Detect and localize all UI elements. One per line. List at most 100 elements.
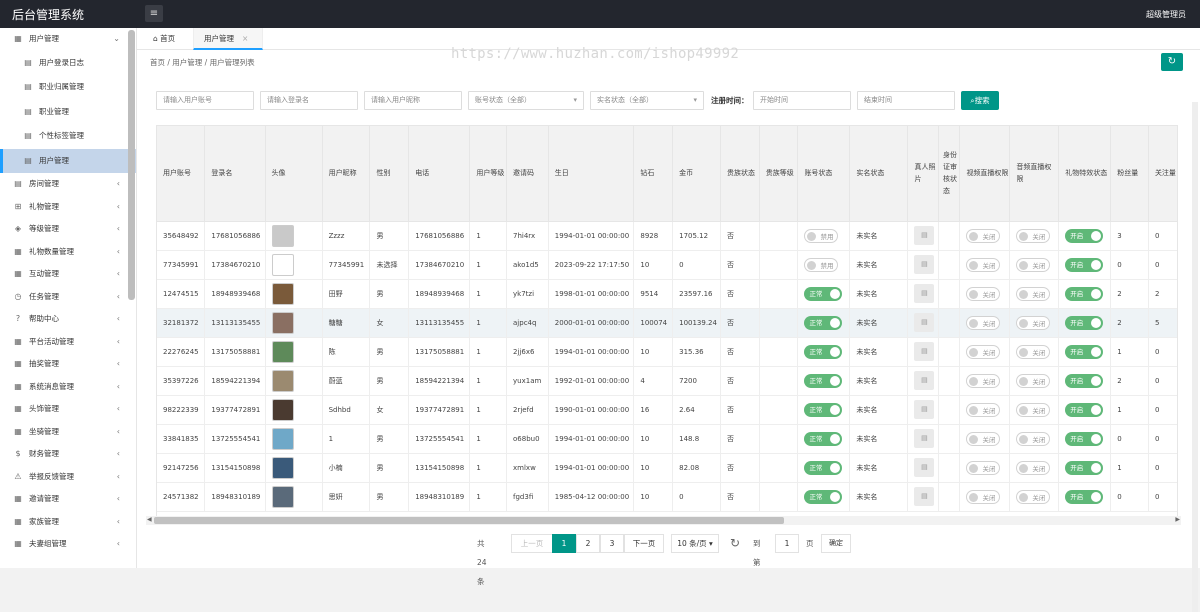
video-toggle[interactable]: 关闭 bbox=[966, 431, 1001, 446]
gift-toggle[interactable]: 开启 bbox=[1065, 257, 1104, 272]
id-card-icon[interactable]: ▤ bbox=[914, 313, 935, 332]
table-row[interactable]: 35648492 17681056886 Zzzz 男 17681056886 1 7hi4… bbox=[157, 221, 1177, 251]
id-card-icon[interactable]: ▤ bbox=[914, 284, 935, 303]
vertical-scrollbar[interactable] bbox=[1192, 102, 1198, 612]
gift-toggle[interactable]: 开启 bbox=[1065, 402, 1104, 417]
status-toggle[interactable]: 禁用 bbox=[804, 228, 839, 243]
next-page-button[interactable]: 下一页 bbox=[624, 534, 664, 553]
status-toggle[interactable]: 禁用 bbox=[804, 257, 839, 272]
gift-toggle[interactable]: 开启 bbox=[1065, 315, 1104, 330]
table-row[interactable]: 77345991 17384670210 77345991 未选择 1738467021… bbox=[157, 250, 1177, 280]
audio-toggle[interactable]: 关闭 bbox=[1016, 344, 1051, 359]
per-page-select[interactable]: 10 条/页 ▾ bbox=[671, 534, 719, 553]
page-2-button[interactable]: 2 bbox=[576, 534, 600, 553]
audio-toggle[interactable]: 关闭 bbox=[1016, 373, 1051, 388]
sidebar-item[interactable]: ▦ 用户管理 ⌄ bbox=[0, 28, 136, 51]
video-toggle[interactable]: 关闭 bbox=[966, 489, 1001, 504]
search-button[interactable]: ⌕搜索 bbox=[961, 91, 999, 110]
video-toggle[interactable]: 关闭 bbox=[966, 228, 1001, 243]
id-card-icon[interactable]: ▤ bbox=[914, 226, 935, 245]
audio-toggle[interactable]: 关闭 bbox=[1016, 431, 1051, 446]
scrollbar-thumb[interactable] bbox=[154, 517, 784, 524]
scroll-left-icon[interactable]: ◀ bbox=[147, 516, 152, 523]
realname-status-select[interactable]: 实名状态（全部） ▾ bbox=[590, 91, 704, 110]
sidebar-item[interactable]: ▦ 系统消息管理 ‹ bbox=[0, 376, 136, 399]
gift-toggle[interactable]: 开启 bbox=[1065, 373, 1104, 388]
sidebar-item[interactable]: ▤ 用户登录日志 bbox=[0, 51, 136, 76]
status-toggle[interactable]: 正常 bbox=[804, 431, 843, 446]
admin-menu[interactable]: 超级管理员 bbox=[1146, 9, 1186, 20]
sidebar-item[interactable]: ▤ 职业归属管理 bbox=[0, 75, 136, 100]
audio-toggle[interactable]: 关闭 bbox=[1016, 489, 1051, 504]
audio-toggle[interactable]: 关闭 bbox=[1016, 228, 1051, 243]
audio-toggle[interactable]: 关闭 bbox=[1016, 315, 1051, 330]
gift-toggle[interactable]: 开启 bbox=[1065, 460, 1104, 475]
table-row[interactable]: 12474515 18948939468 田野男 18948939468 1 yk7tzi… bbox=[157, 279, 1177, 309]
nickname-input[interactable]: 请输入用户昵称 bbox=[364, 91, 462, 110]
close-icon[interactable]: × bbox=[242, 34, 248, 43]
id-card-icon[interactable]: ▤ bbox=[914, 255, 935, 274]
video-toggle[interactable]: 关闭 bbox=[966, 373, 1001, 388]
sidebar-item[interactable]: $ 财务管理 ‹ bbox=[0, 443, 136, 466]
sidebar-item[interactable]: ▤ 用户管理 bbox=[0, 148, 136, 173]
table-row[interactable]: 33841835 13725554541 1 男 13725554541 1 o68bu0 1… bbox=[157, 424, 1177, 454]
id-card-icon[interactable]: ▤ bbox=[914, 458, 935, 477]
status-toggle[interactable]: 正常 bbox=[804, 489, 843, 504]
table-row[interactable]: 98222339 19377472891 Sdhbd 女 19377472891 1 2rj… bbox=[157, 395, 1177, 425]
sidebar-item[interactable]: ▤ 房间管理 ‹ bbox=[0, 173, 136, 196]
video-toggle[interactable]: 关闭 bbox=[966, 286, 1001, 301]
gift-toggle[interactable]: 开启 bbox=[1065, 431, 1104, 446]
id-card-icon[interactable]: ▤ bbox=[914, 400, 935, 419]
sidebar-item[interactable]: ▤ 职业管理 bbox=[0, 100, 136, 125]
table-row[interactable]: 32181372 13113135455 糖糖女 13113135455 1 ajpc4q… bbox=[157, 308, 1177, 338]
table-row[interactable]: 22276245 13175058881 陈男 13175058881 1 2jj6x6 1… bbox=[157, 337, 1177, 367]
video-toggle[interactable]: 关闭 bbox=[966, 257, 1001, 272]
gift-toggle[interactable]: 开启 bbox=[1065, 344, 1104, 359]
status-toggle[interactable]: 正常 bbox=[804, 315, 843, 330]
sidebar-item[interactable]: ▤ 个性标签管理 bbox=[0, 124, 136, 149]
status-toggle[interactable]: 正常 bbox=[804, 286, 843, 301]
sidebar-item[interactable]: ▦ 礼物数量管理 ‹ bbox=[0, 241, 136, 264]
sidebar-item[interactable]: ▦ 家族管理 ‹ bbox=[0, 511, 136, 534]
video-toggle[interactable]: 关闭 bbox=[966, 315, 1001, 330]
gift-toggle[interactable]: 开启 bbox=[1065, 286, 1104, 301]
sidebar-item[interactable]: ◷ 任务管理 ‹ bbox=[0, 286, 136, 309]
sidebar-item[interactable]: ▦ 平台活动管理 ‹ bbox=[0, 331, 136, 354]
gift-toggle[interactable]: 开启 bbox=[1065, 228, 1104, 243]
table-row[interactable]: 24571382 18948310189 思妍男 18948310189 1 fgd3fi… bbox=[157, 482, 1177, 512]
sidebar-item[interactable]: ▦ 夫妻组管理 ‹ bbox=[0, 533, 136, 556]
sidebar-item[interactable]: ▦ 抽奖管理 ‹ bbox=[0, 353, 136, 376]
tab-user-management[interactable]: 用户管理 × bbox=[193, 28, 263, 50]
goto-page-input[interactable]: 1 bbox=[775, 534, 799, 553]
confirm-button[interactable]: 确定 bbox=[821, 534, 851, 553]
horizontal-scrollbar[interactable]: ◀ ▶ bbox=[146, 516, 1181, 525]
sidebar-item[interactable]: ▦ 邀请管理 ‹ bbox=[0, 488, 136, 511]
sidebar-item[interactable]: ? 帮助中心 ‹ bbox=[0, 308, 136, 331]
sidebar-scrollbar[interactable] bbox=[128, 30, 135, 300]
video-toggle[interactable]: 关闭 bbox=[966, 402, 1001, 417]
scroll-right-icon[interactable]: ▶ bbox=[1175, 516, 1180, 523]
sidebar-item[interactable]: ⚠ 举报反馈管理 ‹ bbox=[0, 466, 136, 489]
sidebar-item[interactable]: ▦ 头饰管理 ‹ bbox=[0, 398, 136, 421]
id-card-icon[interactable]: ▤ bbox=[914, 371, 935, 390]
audio-toggle[interactable]: 关闭 bbox=[1016, 286, 1051, 301]
sidebar-item[interactable]: ◈ 等级管理 ‹ bbox=[0, 218, 136, 241]
tab-home[interactable]: ⌂ 首页 bbox=[143, 28, 185, 50]
video-toggle[interactable]: 关闭 bbox=[966, 460, 1001, 475]
refresh-button[interactable]: ↻ bbox=[1161, 53, 1183, 71]
refresh-icon[interactable]: ↻ bbox=[730, 534, 740, 553]
id-card-icon[interactable]: ▤ bbox=[914, 487, 935, 506]
page-1-button[interactable]: 1 bbox=[552, 534, 576, 553]
account-status-select[interactable]: 账号状态（全部） ▾ bbox=[468, 91, 584, 110]
audio-toggle[interactable]: 关闭 bbox=[1016, 460, 1051, 475]
sidebar-item[interactable]: ▦ 坐骑管理 ‹ bbox=[0, 421, 136, 444]
table-row[interactable]: 35397226 18594221394 蔚蓝男 18594221394 1 yux1am… bbox=[157, 366, 1177, 396]
status-toggle[interactable]: 正常 bbox=[804, 373, 843, 388]
menu-toggle-button[interactable]: ≡ bbox=[145, 5, 163, 22]
status-toggle[interactable]: 正常 bbox=[804, 344, 843, 359]
start-time-input[interactable]: 开始时间 bbox=[753, 91, 851, 110]
sidebar-item[interactable]: ⊞ 礼物管理 ‹ bbox=[0, 196, 136, 219]
account-input[interactable]: 请输入用户账号 bbox=[156, 91, 254, 110]
id-card-icon[interactable]: ▤ bbox=[914, 429, 935, 448]
login-name-input[interactable]: 请输入登录名 bbox=[260, 91, 358, 110]
